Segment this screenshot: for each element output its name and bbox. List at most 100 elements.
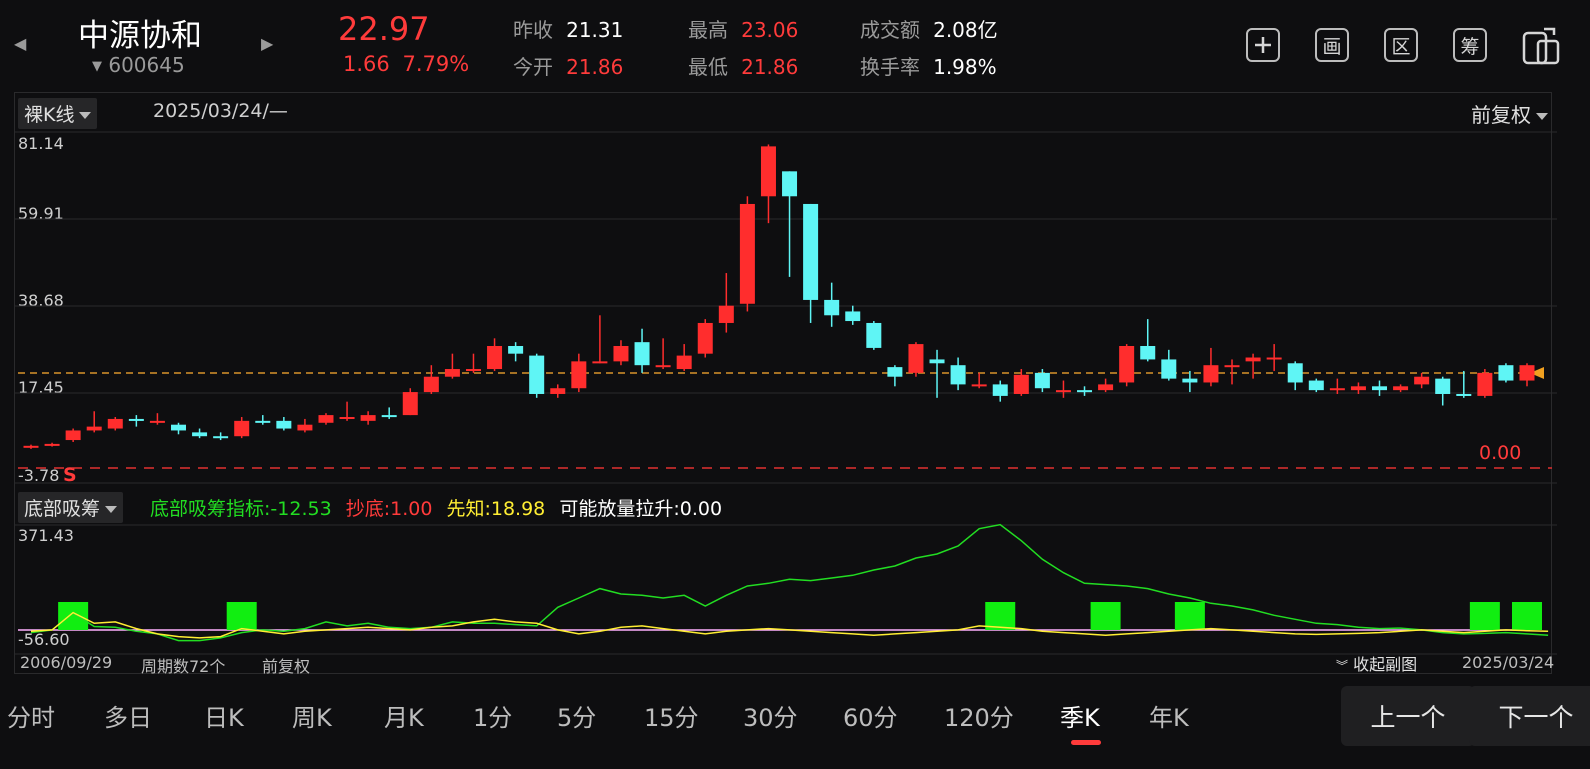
candle-body (1477, 372, 1493, 396)
tab-1min[interactable]: 1分 (473, 698, 512, 733)
candle-body (44, 443, 60, 446)
candle-body (1161, 359, 1177, 379)
candle-body (1372, 386, 1388, 391)
candle (529, 353, 545, 398)
next-button[interactable]: 下一个 (1469, 686, 1590, 746)
period-count: 周期数72个 (141, 657, 226, 676)
candle-body (255, 420, 271, 423)
candle (1329, 378, 1345, 394)
candle-body (1414, 376, 1430, 385)
candle (444, 353, 460, 379)
collapse-subchart-button[interactable]: ︾ 收起副图 (1336, 651, 1417, 675)
tab-daily[interactable]: 日K (204, 698, 244, 733)
indicator-values: 底部吸筹指标:-12.53 抄底:1.00 先知:18.98 可能放量拉升:0.… (150, 494, 722, 521)
tab-weekly[interactable]: 周K (292, 698, 332, 733)
candle-body (824, 299, 840, 316)
candle (971, 372, 987, 389)
candle-body (739, 203, 755, 304)
candle-body (929, 359, 945, 364)
candle (1161, 349, 1177, 381)
indicator-value-bottom: 1.00 (390, 498, 433, 520)
double-chevron-down-icon: ︾ (1336, 659, 1349, 673)
candle-body (1287, 363, 1303, 383)
candle (824, 282, 840, 327)
candle-body (465, 369, 481, 372)
candle-body (634, 342, 650, 366)
candle (634, 328, 650, 373)
candle-body (1098, 384, 1114, 391)
bottom-signal-bar (226, 602, 257, 630)
indicator-bars-layer (58, 602, 1542, 630)
candle-body (86, 426, 102, 431)
candle (1034, 369, 1050, 393)
candle-body (1266, 357, 1282, 360)
candle-body (192, 432, 208, 437)
indicator-dropdown[interactable]: 底部吸筹 (18, 492, 124, 523)
candle-body (318, 415, 334, 423)
candle (1077, 386, 1093, 396)
candle (1098, 378, 1114, 393)
candle (1182, 370, 1198, 393)
candle (213, 432, 229, 441)
candle (1203, 347, 1219, 387)
candle (65, 428, 81, 442)
candle (1393, 384, 1409, 393)
candle (803, 203, 819, 323)
candle (1456, 370, 1472, 398)
tab-30min[interactable]: 30分 (743, 698, 798, 733)
candle (613, 340, 629, 366)
candle (44, 442, 60, 447)
candle (487, 338, 503, 371)
candle-body (1013, 374, 1029, 394)
candle-body (402, 392, 418, 416)
candle-body (1055, 390, 1071, 393)
candle (170, 422, 186, 435)
bottom-signal-bar (985, 602, 1016, 630)
tab-15min[interactable]: 15分 (644, 698, 699, 733)
tab-120min[interactable]: 120分 (944, 698, 1014, 733)
candle (234, 417, 250, 439)
candle (1350, 382, 1366, 394)
bottom-signal-bar (1469, 602, 1500, 630)
tab-intraday[interactable]: 分时 (7, 698, 55, 733)
candle (1055, 380, 1071, 398)
candle (1140, 319, 1156, 362)
indicator-series-line (30, 611, 1549, 639)
candle-body (360, 415, 376, 421)
candle-body (718, 305, 734, 323)
tab-yearly[interactable]: 年K (1149, 698, 1189, 733)
candle-body (23, 445, 39, 448)
candle (592, 315, 608, 364)
candle (782, 171, 798, 277)
candle-body (1224, 365, 1240, 368)
candle (571, 353, 587, 393)
candle-body (613, 345, 629, 362)
candle-body (1034, 372, 1050, 389)
tab-60min[interactable]: 60分 (843, 698, 898, 733)
candle (128, 415, 144, 427)
candle-body (971, 384, 987, 387)
candle-body (339, 417, 355, 420)
candle (192, 428, 208, 439)
caret-down-icon (105, 506, 118, 513)
candle-body (1077, 390, 1093, 393)
candle (655, 338, 671, 370)
candle-body (592, 361, 608, 364)
candle-body (65, 430, 81, 441)
tab-5min[interactable]: 5分 (557, 698, 596, 733)
candle (739, 196, 755, 312)
candle (1477, 369, 1493, 398)
candle-body (845, 311, 861, 322)
candle (318, 413, 334, 425)
candle-body (1203, 365, 1219, 383)
candle (1414, 372, 1430, 389)
tab-quarterly[interactable]: 季K (1060, 698, 1100, 733)
tab-monthly[interactable]: 月K (384, 698, 424, 733)
tab-multi-day[interactable]: 多日 (104, 698, 152, 733)
candle-body (297, 424, 313, 431)
candle (866, 321, 882, 350)
candle (550, 384, 566, 398)
indicator-value-surge: 0.00 (679, 498, 723, 520)
candle-body (1140, 345, 1156, 360)
prev-button[interactable]: 上一个 (1341, 686, 1475, 746)
